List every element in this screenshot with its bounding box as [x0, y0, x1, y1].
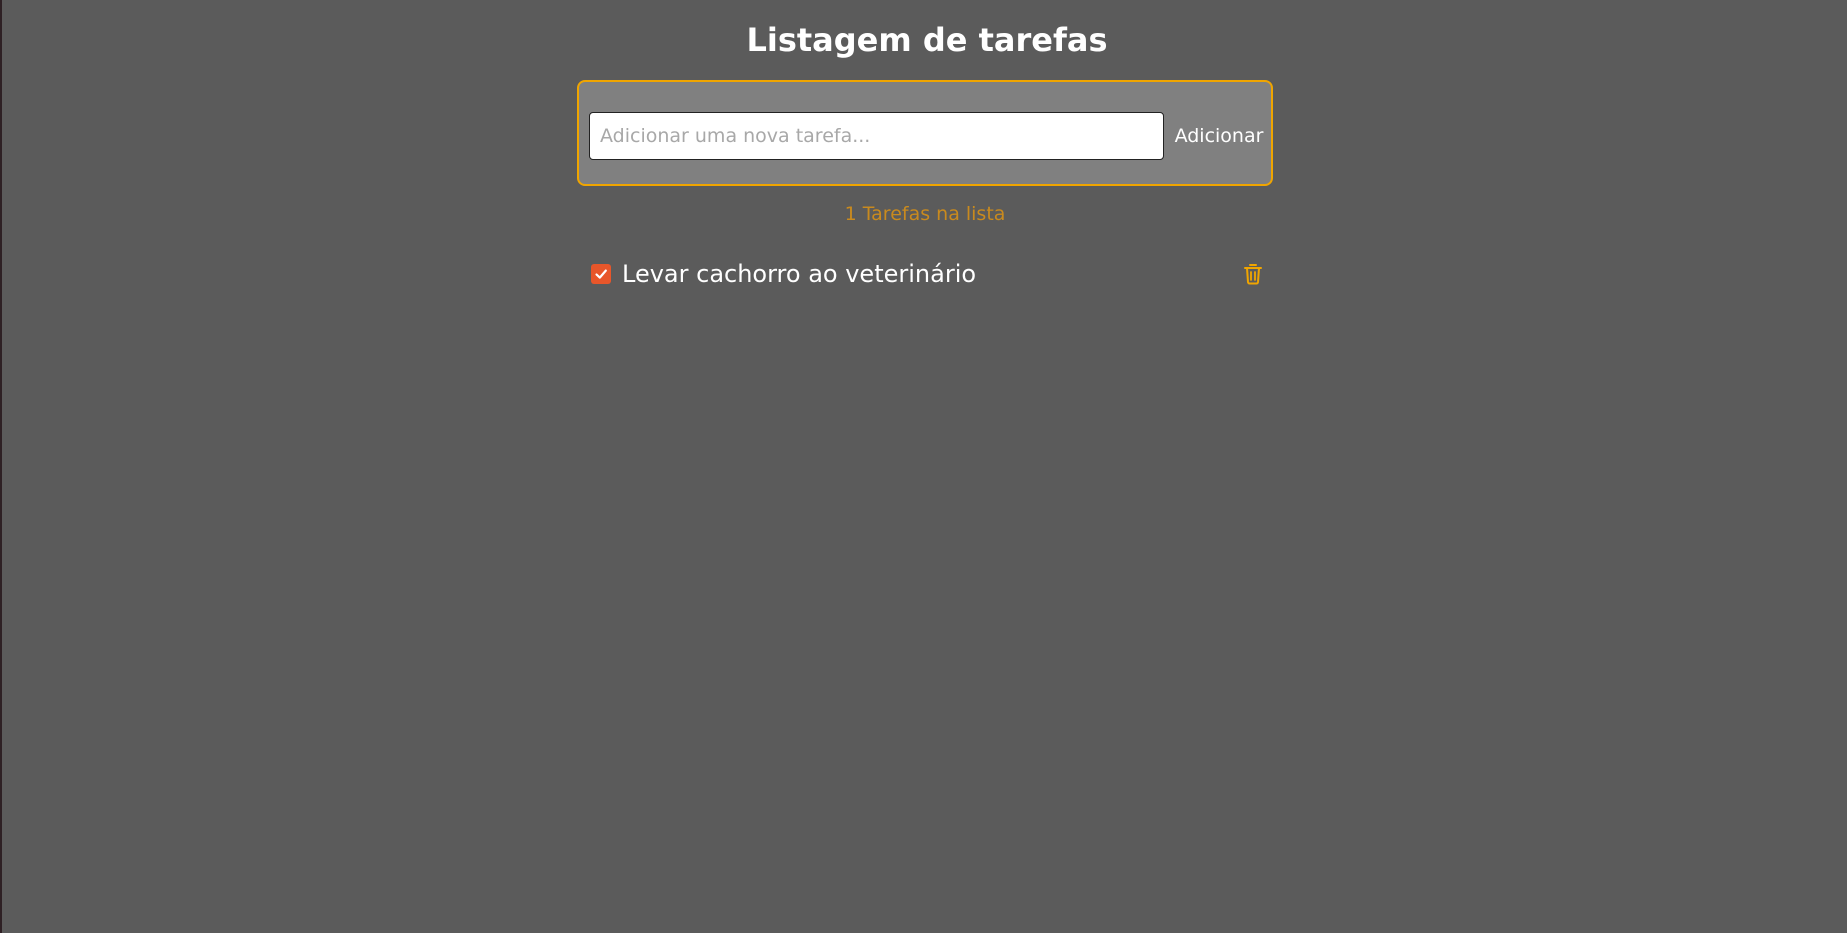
new-task-input[interactable] [589, 112, 1164, 160]
trash-icon [1244, 264, 1262, 285]
task-count: 1 Tarefas na lista [844, 203, 1006, 225]
task-checkbox[interactable] [591, 264, 611, 284]
check-icon [595, 269, 607, 279]
delete-task-button[interactable] [1240, 261, 1266, 287]
window-edge [0, 0, 2, 933]
page-title: Listagem de tarefas [746, 21, 1108, 59]
add-task-button[interactable]: Adicionar [1169, 112, 1269, 160]
task-label: Levar cachorro ao veterinário [622, 260, 977, 288]
add-task-panel: Adicionar [577, 80, 1273, 186]
app-container: Listagem de tarefas Adicionar 1 Tarefas … [577, 0, 1277, 288]
task-item: Levar cachorro ao veterinário [577, 256, 1273, 292]
